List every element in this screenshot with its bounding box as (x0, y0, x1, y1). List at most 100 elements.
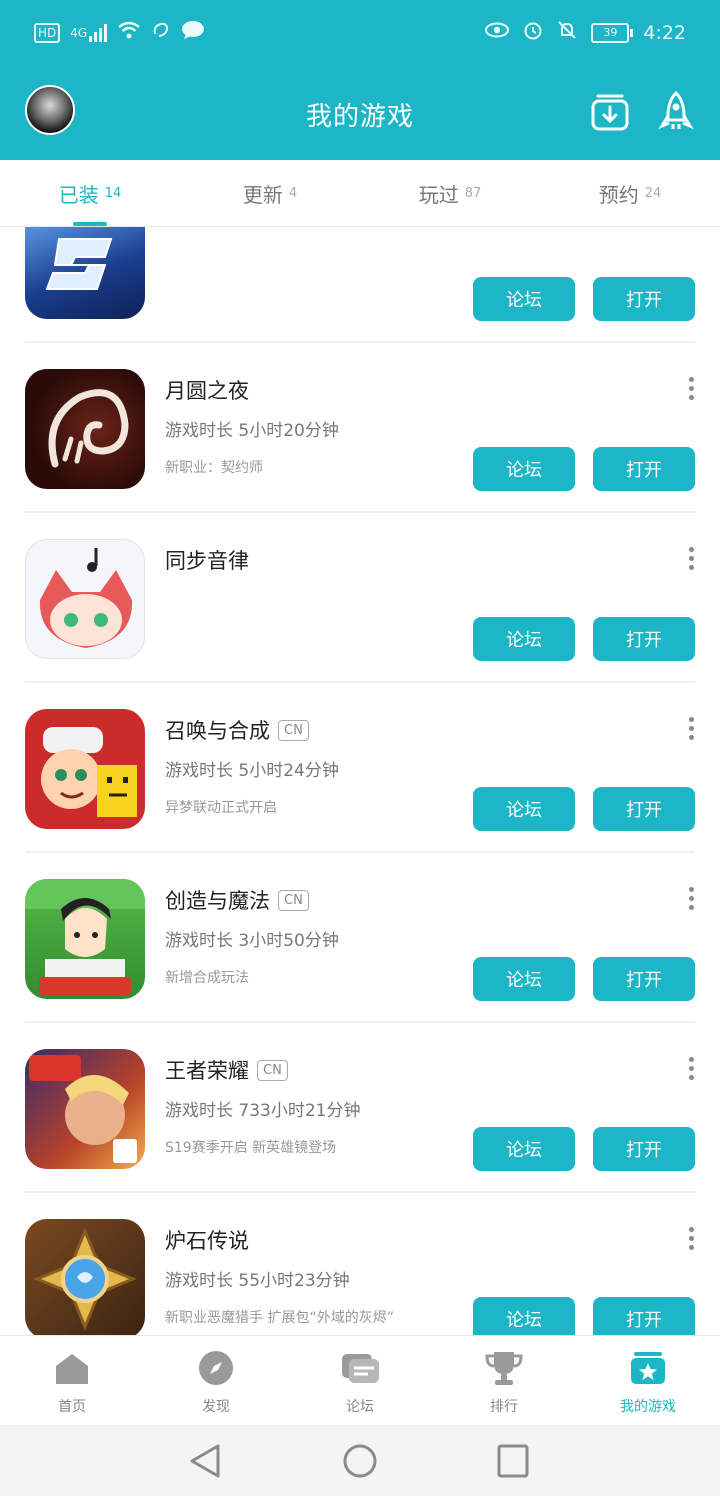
nav-label: 发现 (202, 1399, 230, 1415)
play-time: 游戏时长 733小时21分钟 (165, 1101, 361, 1121)
tab-count: 24 (644, 185, 662, 201)
play-time: 游戏时长 5小时24分钟 (165, 761, 339, 781)
forum-button[interactable]: 论坛 (473, 277, 575, 321)
open-button[interactable]: 打开 (593, 787, 695, 831)
forum-button[interactable]: 论坛 (473, 1127, 575, 1171)
home-icon (52, 1350, 92, 1390)
game-icon[interactable] (25, 539, 145, 659)
nav-forum[interactable]: 论坛 (288, 1336, 432, 1426)
game-name: 炉石传说 (165, 1229, 249, 1253)
play-time: 游戏时长 5小时20分钟 (165, 421, 339, 441)
game-row[interactable]: 王者荣耀 CN 游戏时长 733小时21分钟 S19赛季开启 新英雄镜登场 论坛… (25, 1023, 695, 1193)
nav-home[interactable]: 首页 (0, 1336, 144, 1426)
forum-button[interactable]: 论坛 (473, 787, 575, 831)
network-label: 4G (70, 25, 88, 40)
more-options-icon[interactable] (687, 717, 695, 743)
game-icon[interactable] (25, 879, 145, 999)
home-circle-icon[interactable] (342, 1443, 378, 1483)
game-name: 王者荣耀 CN (165, 1055, 288, 1085)
open-button[interactable]: 打开 (593, 447, 695, 491)
game-icon[interactable] (25, 1049, 145, 1169)
bottom-nav: 首页 发现 论坛 排行 我的游戏 (0, 1335, 720, 1426)
download-manager-icon[interactable] (590, 90, 630, 132)
game-row[interactable]: 月圆之夜 游戏时长 5小时20分钟 新职业：契约师 论坛 打开 (25, 343, 695, 513)
nav-discover[interactable]: 发现 (144, 1336, 288, 1426)
trophy-icon (484, 1350, 524, 1390)
game-row[interactable]: 召唤与合成 CN 游戏时长 5小时24分钟 异梦联动正式开启 论坛 打开 (25, 683, 695, 853)
more-options-icon[interactable] (687, 377, 695, 403)
tab-installed[interactable]: 已装 14 (0, 160, 180, 226)
game-row[interactable]: 创造与魔法 CN 游戏时长 3小时50分钟 新增合成玩法 论坛 打开 (25, 853, 695, 1023)
region-badge: CN (278, 719, 309, 741)
app-notification-icon (151, 20, 171, 45)
tab-label: 玩过 (418, 182, 459, 207)
game-name: 创造与魔法 CN (165, 885, 309, 915)
game-name: 召唤与合成 CN (165, 715, 309, 745)
tab-played[interactable]: 玩过 87 (360, 160, 540, 226)
hd-badge: HD (34, 22, 61, 43)
game-icon[interactable] (25, 709, 145, 829)
forum-button[interactable]: 论坛 (473, 957, 575, 1001)
game-list[interactable]: 论坛 打开 月圆之夜 游戏时长 5小时20分钟 新职业：契约师 论坛 打开 同步… (0, 227, 720, 1335)
region-badge: CN (257, 1059, 288, 1081)
tab-count: 4 (288, 185, 298, 201)
game-icon[interactable] (25, 369, 145, 489)
alarm-icon (523, 20, 543, 45)
nav-my-games[interactable]: 我的游戏 (576, 1336, 720, 1426)
forum-button[interactable]: 论坛 (473, 447, 575, 491)
game-note: 新增合成玩法 (165, 970, 249, 986)
game-row[interactable]: 论坛 打开 (25, 227, 695, 343)
message-icon (181, 20, 205, 45)
region-badge: CN (278, 889, 309, 911)
eye-icon (485, 22, 510, 43)
signal-icon (89, 23, 108, 42)
forum-button[interactable]: 论坛 (473, 1297, 575, 1335)
back-icon[interactable] (188, 1443, 222, 1483)
compass-icon (196, 1350, 236, 1390)
top-bar: HD 4G 39 4:22 我的游戏 (0, 0, 720, 160)
open-button[interactable]: 打开 (593, 957, 695, 1001)
forum-button[interactable]: 论坛 (473, 617, 575, 661)
game-row[interactable]: 炉石传说 游戏时长 55小时23分钟 新职业恶魔猎手 扩展包“外域的灰烬” 论坛… (25, 1193, 695, 1335)
system-navigation-bar (0, 1425, 720, 1496)
nav-label: 论坛 (346, 1399, 374, 1415)
game-note: S19赛季开启 新英雄镜登场 (165, 1140, 337, 1156)
app-header: 我的游戏 (0, 66, 720, 160)
game-row[interactable]: 同步音律 论坛 打开 (25, 513, 695, 683)
more-options-icon[interactable] (687, 547, 695, 573)
nav-label: 首页 (58, 1399, 86, 1415)
tab-label: 已装 (58, 182, 99, 207)
game-icon[interactable] (25, 227, 145, 319)
open-button[interactable]: 打开 (593, 277, 695, 321)
tab-label: 预约 (598, 182, 639, 207)
more-options-icon[interactable] (687, 1227, 695, 1253)
game-note: 新职业恶魔猎手 扩展包“外域的灰烬” (165, 1310, 394, 1326)
tab-label: 更新 (242, 182, 283, 207)
tab-updates[interactable]: 更新 4 (180, 160, 360, 226)
rocket-icon[interactable] (656, 90, 696, 132)
game-note: 新职业：契约师 (165, 460, 263, 476)
play-time: 游戏时长 3小时50分钟 (165, 931, 339, 951)
status-bar: HD 4G 39 4:22 (0, 0, 720, 66)
game-name: 同步音律 (165, 549, 249, 573)
game-name: 月圆之夜 (165, 379, 249, 403)
nav-ranking[interactable]: 排行 (432, 1336, 576, 1426)
game-icon[interactable] (25, 1219, 145, 1335)
game-note: 异梦联动正式开启 (165, 800, 277, 816)
status-time: 4:22 (643, 21, 686, 44)
open-button[interactable]: 打开 (593, 617, 695, 661)
open-button[interactable]: 打开 (593, 1297, 695, 1335)
tab-bar: 已装 14 更新 4 玩过 87 预约 24 (0, 160, 720, 227)
recents-icon[interactable] (496, 1443, 530, 1483)
tab-count: 87 (464, 185, 482, 201)
my-games-icon (628, 1350, 668, 1390)
more-options-icon[interactable] (687, 1057, 695, 1083)
battery-icon: 39 (591, 22, 634, 43)
tab-count: 14 (104, 185, 122, 201)
tab-reserved[interactable]: 预约 24 (540, 160, 720, 226)
chat-icon (340, 1350, 380, 1390)
open-button[interactable]: 打开 (593, 1127, 695, 1171)
more-options-icon[interactable] (687, 887, 695, 913)
nav-label: 我的游戏 (620, 1399, 676, 1415)
wifi-icon (117, 21, 141, 44)
